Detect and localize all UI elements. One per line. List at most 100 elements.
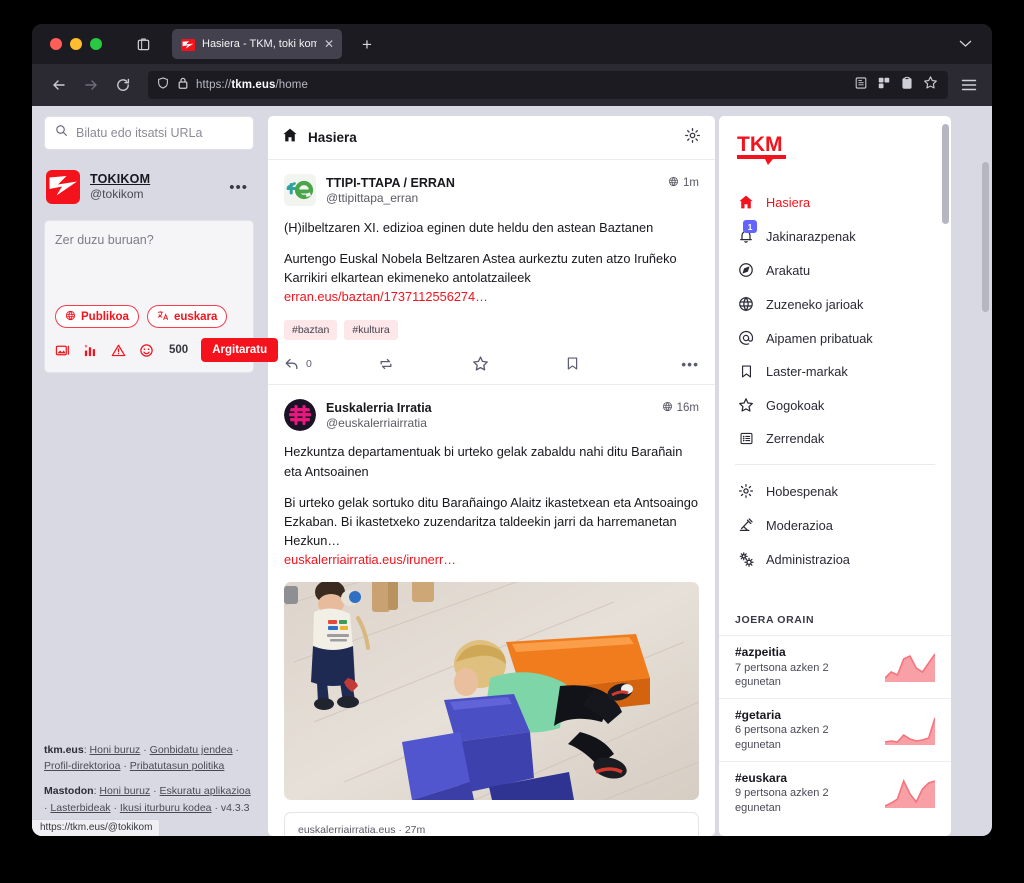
chevron-down-icon[interactable]: [959, 37, 982, 51]
status-media-image[interactable]: [284, 581, 699, 800]
tab-title: Hasiera - TKM, toki komunikabi: [202, 38, 317, 50]
emoji-icon[interactable]: [139, 343, 154, 358]
sidebar-item-label: Zuzeneko jarioak: [766, 296, 864, 312]
hashtag-chip[interactable]: #kultura: [344, 319, 398, 340]
ellipsis-icon[interactable]: •••: [229, 180, 252, 195]
panel-scrollbar[interactable]: [942, 124, 949, 224]
reply-button[interactable]: 0: [284, 356, 378, 372]
account-display-name[interactable]: TOKIKOM: [90, 172, 150, 188]
compose-actions: 500 Argitaratu: [55, 338, 279, 362]
sidebar-item-zerrendak[interactable]: Zerrendak: [719, 422, 951, 455]
status-bar-url: https://tkm.eus/@tokikom: [32, 819, 161, 836]
ttipittapa-avatar[interactable]: [284, 174, 316, 206]
sidebar-item-label: Aipamen pribatuak: [766, 330, 873, 346]
status-display-name[interactable]: Euskalerria Irratia: [326, 400, 432, 416]
content-warning-icon[interactable]: [111, 343, 126, 358]
account-names: TOKIKOM @tokikom: [90, 172, 150, 203]
footer-link[interactable]: Eskuratu aplikazioa: [160, 785, 251, 797]
ellipsis-icon[interactable]: •••: [659, 356, 699, 372]
sidebar-item-laster-markak[interactable]: Laster-markak: [719, 355, 951, 388]
status-external-link[interactable]: erran.eus/baztan/1737112556274…: [284, 289, 488, 304]
link-preview-card[interactable]: euskalerriairratia.eus · 27m Hezkuntza d…: [284, 811, 699, 836]
gear-icon[interactable]: [684, 127, 701, 149]
url-bar[interactable]: https://tkm.eus/home: [148, 71, 948, 99]
svg-text:TKM: TKM: [737, 133, 783, 156]
sidebar-item-zuzeneko-jarioak[interactable]: Zuzeneko jarioak: [719, 287, 951, 321]
hamburger-menu-icon[interactable]: [958, 79, 980, 91]
visibility-button[interactable]: Publikoa: [55, 305, 139, 328]
language-button[interactable]: euskara: [146, 305, 228, 328]
sidebar-item-hasiera[interactable]: Hasiera: [719, 185, 951, 219]
avatar[interactable]: [46, 170, 80, 204]
status-meta: 16m: [662, 399, 699, 415]
sidebar-item-label: Jakinarazpenak: [766, 228, 856, 244]
compose-textarea[interactable]: Zer duzu buruan?: [55, 233, 243, 305]
footer-link[interactable]: Ikusi iturburu kodea: [120, 802, 212, 814]
favourite-button[interactable]: [472, 355, 566, 372]
extensions-icon[interactable]: [877, 76, 891, 95]
sidebar-item-moderazioa[interactable]: Moderazioa: [719, 508, 951, 542]
footer-link[interactable]: Lasterbideak: [50, 802, 110, 814]
attach-media-icon[interactable]: [55, 343, 70, 358]
trend-sparkline: [885, 778, 935, 809]
tkm-logo[interactable]: TKM: [719, 116, 951, 179]
notification-badge: 1: [743, 220, 757, 233]
sidebar-item-administrazioa[interactable]: Administrazioa: [719, 542, 951, 577]
account-row[interactable]: TOKIKOM @tokikom •••: [44, 170, 254, 204]
close-window-button[interactable]: [50, 38, 62, 50]
publish-button[interactable]: Argitaratu: [201, 338, 279, 362]
back-button[interactable]: [44, 70, 74, 100]
sidebar-item-arakatu[interactable]: Arakatu: [719, 253, 951, 287]
maximize-window-button[interactable]: [90, 38, 102, 50]
footer-link[interactable]: Gonbidatu jendea: [150, 744, 233, 756]
footer-link[interactable]: Profil-direktorioa: [44, 760, 120, 772]
clipboard-icon[interactable]: [900, 76, 914, 95]
bookmark-button[interactable]: [565, 356, 659, 371]
sidebar-toggle-icon[interactable]: [130, 31, 156, 57]
globe-icon: [662, 401, 673, 415]
status-post[interactable]: Euskalerria Irratia @euskalerriairratia …: [268, 385, 715, 836]
status-post[interactable]: TTIPI-TTAPA / ERRAN @ttipittapa_erran 1m…: [268, 160, 715, 385]
forward-button[interactable]: [76, 70, 106, 100]
close-icon[interactable]: ✕: [324, 38, 334, 50]
trend-hashtag: #euskara: [735, 771, 788, 786]
minimize-window-button[interactable]: [70, 38, 82, 50]
footer-link[interactable]: Honi buruz: [90, 744, 141, 756]
column-header: Hasiera: [268, 116, 715, 160]
hashtag-chip[interactable]: #baztan: [284, 319, 338, 340]
page-title: Hasiera: [308, 130, 357, 145]
status-external-link[interactable]: euskalerriairratia.eus/irunerr…: [284, 552, 456, 567]
bookmark-star-icon[interactable]: [923, 75, 938, 95]
list-icon: [737, 431, 755, 446]
browser-tab[interactable]: Hasiera - TKM, toki komunikabi ✕: [172, 29, 342, 59]
navigation-toolbar: https://tkm.eus/home: [32, 64, 992, 106]
boost-button[interactable]: [378, 356, 472, 372]
trend-item[interactable]: #euskara 9 pertsona azken 2 egunetan: [719, 761, 951, 824]
page-viewport: Bilatu edo itsatsi URLa TOKIKOM @tokikom…: [32, 106, 992, 836]
reader-view-icon[interactable]: [854, 76, 868, 95]
sidebar-item-jakinarazpenak[interactable]: 1 Jakinarazpenak: [719, 219, 951, 253]
euskalerria-avatar[interactable]: [284, 398, 316, 431]
trend-sparkline: [885, 717, 935, 746]
sidebar-item-hobespenak[interactable]: Hobespenak: [719, 474, 951, 508]
app-version: v4.3.3: [220, 801, 250, 814]
trend-hashtag: #azpeitia: [735, 645, 786, 660]
bookmark-icon: [737, 364, 755, 379]
trend-item[interactable]: #azpeitia 7 pertsona azken 2 egunetan: [719, 635, 951, 698]
shield-icon[interactable]: [156, 76, 170, 95]
trends-title: JOERA ORAIN: [735, 614, 815, 627]
new-tab-button[interactable]: +: [356, 36, 378, 53]
home-icon: [282, 127, 298, 148]
sidebar-item-aipamen-pribatuak[interactable]: Aipamen pribatuak: [719, 321, 951, 355]
lock-icon: [177, 76, 189, 95]
footer-link[interactable]: Pribatutasun politika: [130, 760, 225, 772]
search-input[interactable]: Bilatu edo itsatsi URLa: [44, 116, 254, 150]
nav-list-primary: Hasiera 1 Jakinarazpenak Arakatu Zuzenek…: [719, 179, 951, 577]
status-meta: 1m: [668, 174, 699, 190]
sidebar-item-gogokoak[interactable]: Gogokoak: [719, 388, 951, 422]
status-display-name[interactable]: TTIPI-TTAPA / ERRAN: [326, 175, 455, 191]
footer-link[interactable]: Honi buruz: [99, 785, 150, 797]
add-poll-icon[interactable]: [83, 343, 98, 358]
trend-item[interactable]: #getaria 6 pertsona azken 2 egunetan: [719, 698, 951, 761]
reload-button[interactable]: [108, 70, 138, 100]
